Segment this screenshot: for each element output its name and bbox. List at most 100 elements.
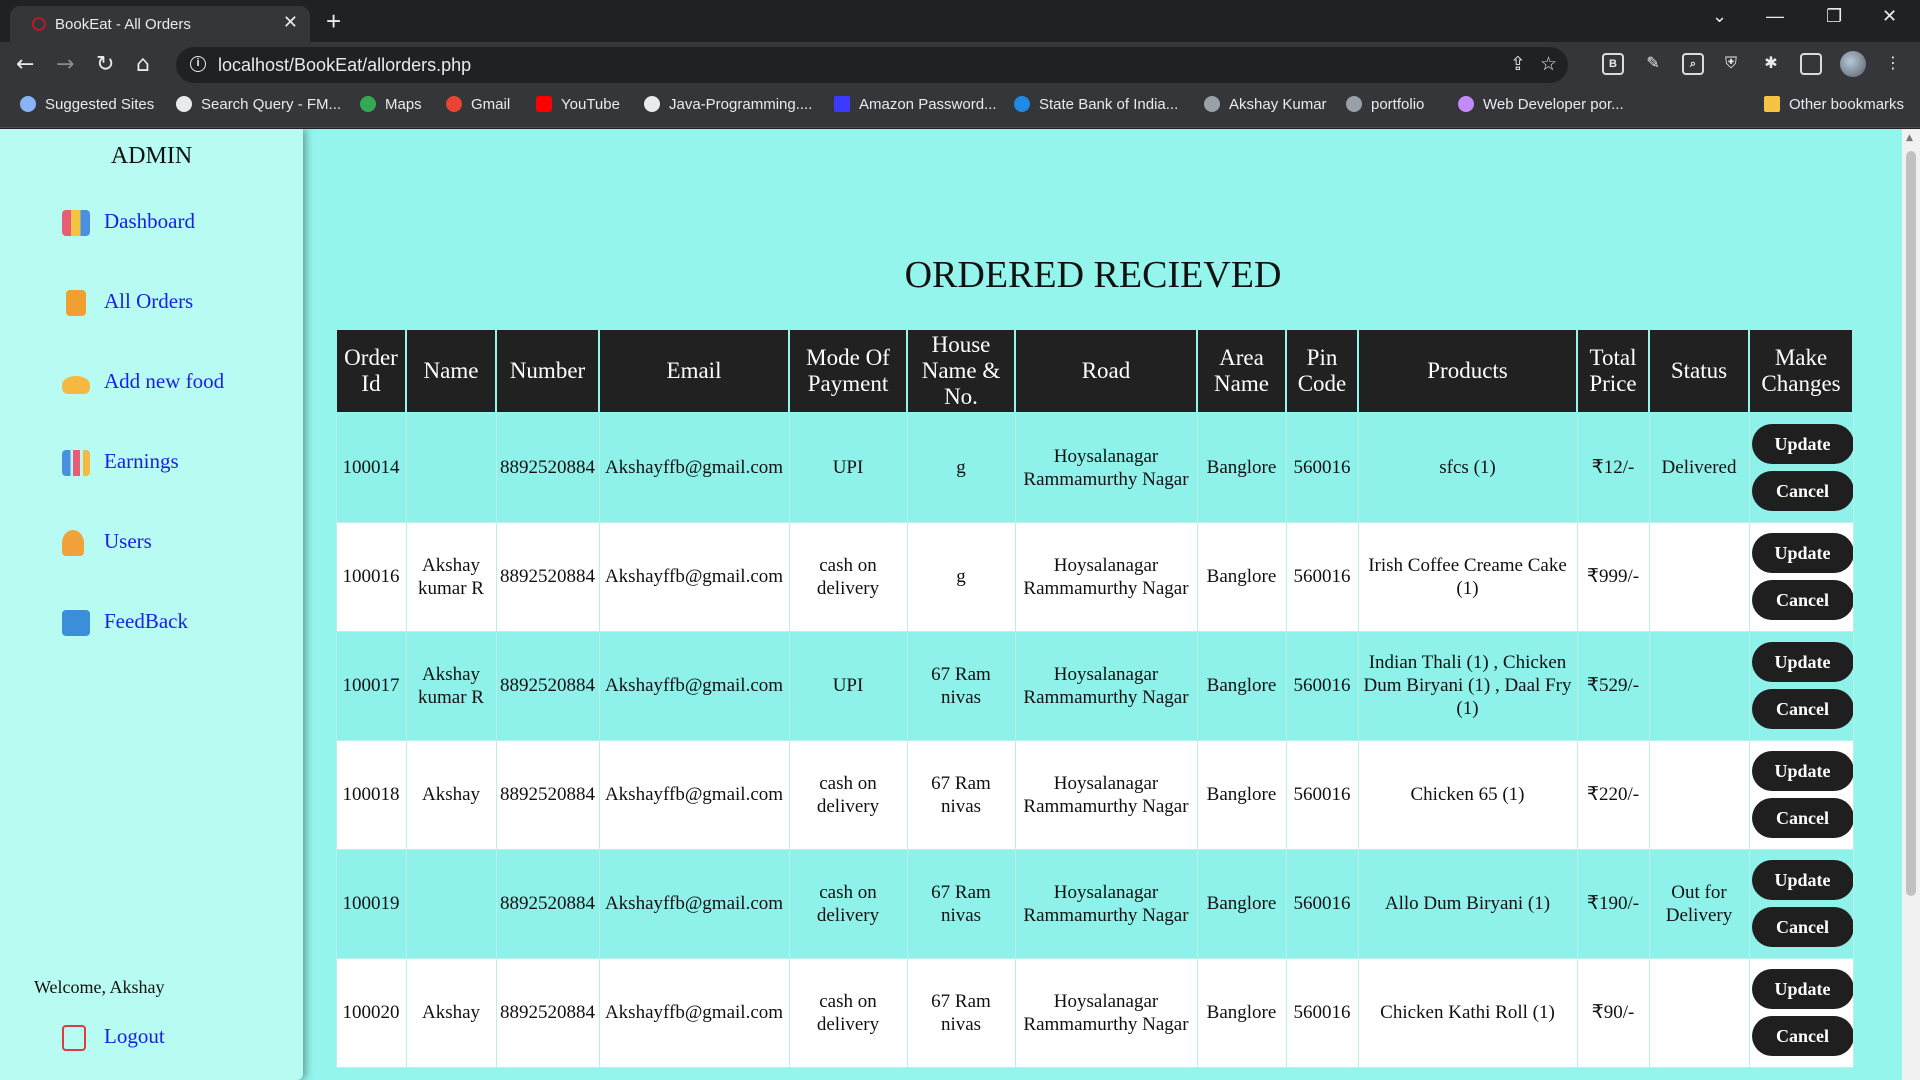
payment-mode-cell: cash on delivery — [788, 521, 908, 632]
bookmark-item[interactable]: portfolio — [1346, 96, 1424, 113]
table-row: 100019 8892520884 Akshayffb@gmail.com cash … — [335, 848, 1854, 959]
bookmark-item[interactable]: Java-Programming.... — [644, 96, 812, 113]
restore-icon[interactable]: ❐ — [1826, 6, 1842, 27]
bookmark-item[interactable]: Web Developer por... — [1458, 96, 1624, 113]
house-cell: 67 Ram nivas — [906, 848, 1016, 959]
bookmark-item[interactable]: Suggested Sites — [20, 96, 154, 113]
bookmark-item[interactable]: YouTube — [536, 96, 620, 113]
pin-code-cell: 560016 — [1285, 957, 1359, 1068]
bookmark-item[interactable]: Search Query - FM... — [176, 96, 341, 113]
email-cell: Akshayffb@gmail.com — [598, 957, 790, 1068]
profile-avatar[interactable] — [1840, 51, 1866, 77]
address-bar[interactable]: i localhost/BookEat/allorders.php ⇪ ☆ — [176, 47, 1568, 83]
bookmark-item[interactable]: Akshay Kumar — [1204, 96, 1327, 113]
bookmark-icon — [1346, 96, 1362, 112]
site-info-icon[interactable]: i — [190, 56, 206, 72]
reload-icon[interactable]: ↻ — [96, 52, 114, 77]
sidebar-item-label: Add new food — [104, 369, 225, 393]
page-content: ADMIN Dashboard All Orders Add new food … — [0, 129, 1920, 1080]
extension-search-icon[interactable]: ⌕ — [1682, 53, 1704, 75]
bookmark-star-icon[interactable]: ☆ — [1540, 53, 1557, 75]
menu-kebab-icon[interactable]: ⋮ — [1882, 53, 1904, 75]
page-scrollbar[interactable]: ▲ — [1902, 129, 1920, 1080]
update-button[interactable]: Update — [1751, 751, 1854, 791]
road-cell: Hoysalanagar Rammamurthy Nagar — [1014, 521, 1198, 632]
pin-code-cell: 560016 — [1285, 412, 1359, 523]
bookmark-item[interactable]: State Bank of India... — [1014, 96, 1178, 113]
home-icon[interactable]: ⌂ — [136, 52, 150, 77]
order-id-cell: 100019 — [335, 848, 407, 959]
update-button[interactable]: Update — [1751, 642, 1854, 682]
phone-number-cell: 8892520884 — [495, 848, 600, 959]
status-cell — [1648, 957, 1750, 1068]
sidebar-title: ADMIN — [110, 143, 193, 169]
dashboard-icon — [62, 210, 90, 236]
browser-tab-active[interactable]: BookEat - All Orders ✕ — [10, 6, 310, 42]
road-cell: Hoysalanagar Rammamurthy Nagar — [1014, 412, 1198, 523]
update-button[interactable]: Update — [1751, 860, 1854, 900]
admin-sidebar: ADMIN Dashboard All Orders Add new food … — [0, 129, 303, 1080]
scrollbar-thumb[interactable] — [1906, 151, 1916, 896]
cancel-button[interactable]: Cancel — [1751, 580, 1854, 620]
products-cell: Chicken Kathi Roll (1) — [1357, 957, 1578, 1068]
logout-label: Logout — [104, 1024, 165, 1048]
update-button[interactable]: Update — [1751, 424, 1854, 465]
area-cell: Banglore — [1196, 848, 1287, 959]
bookmark-icon — [644, 96, 660, 112]
extension-shield-icon[interactable]: ⛨ — [1720, 53, 1742, 75]
browser-tab-strip: BookEat - All Orders ✕ + ⌄ — ❐ ✕ — [0, 0, 1920, 42]
cancel-button[interactable]: Cancel — [1751, 1016, 1854, 1056]
column-header: Total Price — [1576, 328, 1650, 414]
order-id-cell: 100020 — [335, 957, 407, 1068]
bookmarks-bar: Suggested Sites Search Query - FM... Map… — [0, 88, 1920, 128]
pin-code-cell: 560016 — [1285, 521, 1359, 632]
bookmark-item[interactable]: Amazon Password... — [834, 96, 997, 113]
side-panel-icon[interactable] — [1800, 53, 1822, 75]
forward-arrow-icon[interactable]: → — [56, 52, 74, 77]
update-button[interactable]: Update — [1751, 969, 1854, 1009]
other-bookmarks[interactable]: Other bookmarks — [1764, 96, 1904, 113]
window-close-icon[interactable]: ✕ — [1882, 6, 1897, 27]
sidebar-item-label: Users — [104, 529, 152, 553]
food-icon — [62, 376, 90, 394]
products-cell: Allo Dum Biryani (1) — [1357, 848, 1578, 959]
actions-cell: Update Cancel — [1748, 957, 1854, 1068]
url-text[interactable]: localhost/BookEat/allorders.php — [218, 55, 471, 76]
order-id-cell: 100016 — [335, 521, 407, 632]
minimize-icon[interactable]: — — [1766, 6, 1784, 27]
extensions-puzzle-icon[interactable]: ✱ — [1760, 53, 1782, 75]
order-id-cell: 100014 — [335, 412, 407, 523]
tab-close-icon[interactable]: ✕ — [283, 12, 298, 33]
actions-cell: Update Cancel — [1748, 412, 1854, 523]
tab-search-chevron-icon[interactable]: ⌄ — [1712, 6, 1727, 27]
folder-icon — [1764, 96, 1780, 112]
total-price-cell: ₹190/- — [1576, 848, 1650, 959]
area-cell: Banglore — [1196, 630, 1287, 741]
table-row: 100017 Akshay kumar R 8892520884 Akshayffb@… — [335, 630, 1854, 741]
extension-pen-icon[interactable]: ✎ — [1642, 53, 1664, 75]
welcome-text: Welcome, Akshay — [34, 977, 165, 997]
logout-icon — [62, 1025, 86, 1051]
cancel-button[interactable]: Cancel — [1751, 798, 1854, 838]
sidebar-item-label: All Orders — [104, 289, 194, 313]
column-header: Area Name — [1196, 328, 1287, 414]
share-icon[interactable]: ⇪ — [1510, 53, 1526, 75]
column-header: Status — [1648, 328, 1750, 414]
back-arrow-icon[interactable]: ← — [16, 52, 34, 77]
area-cell: Banglore — [1196, 521, 1287, 632]
update-button[interactable]: Update — [1751, 533, 1854, 573]
cancel-button[interactable]: Cancel — [1751, 471, 1854, 512]
area-cell: Banglore — [1196, 739, 1287, 850]
cancel-button[interactable]: Cancel — [1751, 689, 1854, 729]
bookmark-item[interactable]: Maps — [360, 96, 422, 113]
extension-b-icon[interactable]: B — [1602, 53, 1624, 75]
cancel-button[interactable]: Cancel — [1751, 907, 1854, 947]
bookmark-item[interactable]: Gmail — [446, 96, 510, 113]
new-tab-icon[interactable]: + — [326, 6, 341, 37]
pin-code-cell: 560016 — [1285, 739, 1359, 850]
house-cell: 67 Ram nivas — [906, 739, 1016, 850]
sidebar-item-label: FeedBack — [104, 609, 188, 633]
actions-cell: Update Cancel — [1748, 521, 1854, 632]
email-cell: Akshayffb@gmail.com — [598, 521, 790, 632]
scroll-up-icon[interactable]: ▲ — [1906, 133, 1913, 143]
